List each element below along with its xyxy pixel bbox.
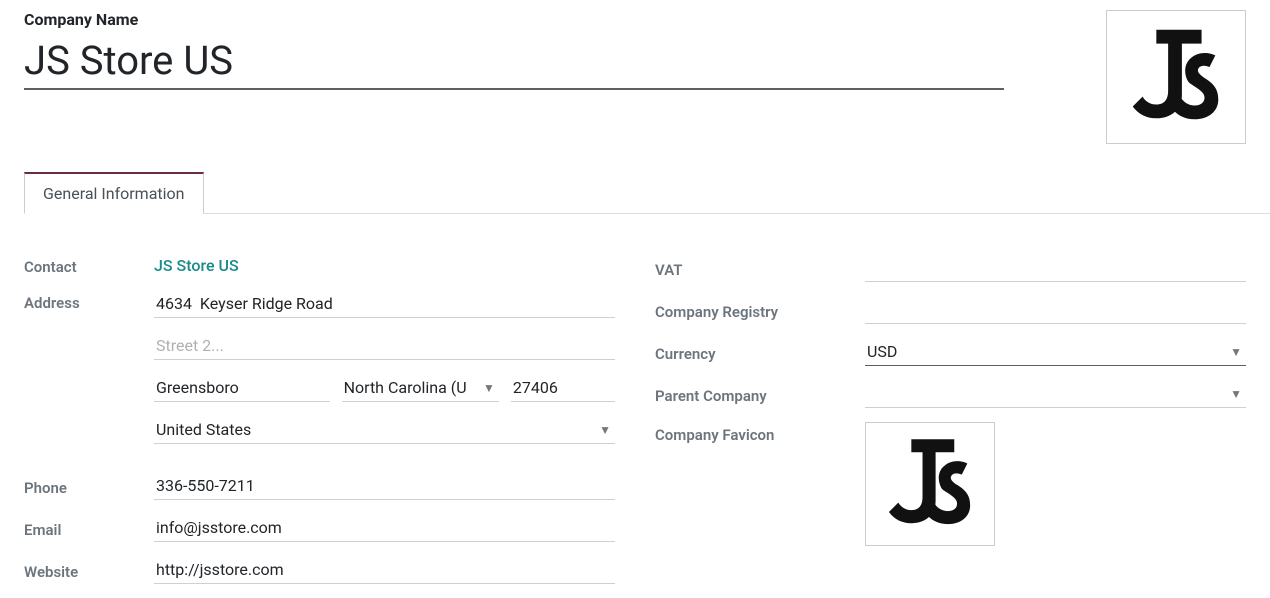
registry-input[interactable]: [865, 296, 1246, 324]
phone-input[interactable]: [154, 472, 615, 500]
state-select[interactable]: [342, 374, 499, 402]
country-select[interactable]: [154, 416, 615, 444]
contact-link[interactable]: JS Store US: [154, 256, 615, 275]
email-input[interactable]: [154, 514, 615, 542]
company-logo[interactable]: [1106, 10, 1246, 144]
tab-general-information[interactable]: General Information: [24, 172, 204, 214]
street2-input[interactable]: [154, 332, 615, 360]
email-label: Email: [24, 517, 154, 539]
right-column: VAT Company Registry Currency ▼: [655, 254, 1246, 598]
left-column: Contact JS Store US Address: [24, 254, 615, 598]
city-input[interactable]: [154, 374, 330, 402]
address-label: Address: [24, 290, 154, 312]
contact-label: Contact: [24, 254, 154, 276]
vat-input[interactable]: [865, 254, 1246, 282]
company-name-input[interactable]: [24, 35, 1004, 90]
website-label: Website: [24, 559, 154, 581]
zip-input[interactable]: [511, 374, 615, 402]
js-logo-icon: [1117, 18, 1235, 136]
website-input[interactable]: [154, 556, 615, 584]
registry-label: Company Registry: [655, 299, 865, 321]
parent-company-select[interactable]: [865, 380, 1246, 408]
phone-label: Phone: [24, 475, 154, 497]
parent-company-label: Parent Company: [655, 383, 865, 405]
favicon-label: Company Favicon: [655, 422, 865, 444]
company-name-label: Company Name: [24, 10, 1004, 29]
company-favicon[interactable]: [865, 422, 995, 546]
currency-select[interactable]: [865, 338, 1246, 366]
js-logo-icon: [874, 428, 986, 540]
street1-input[interactable]: [154, 290, 615, 318]
vat-label: VAT: [655, 257, 865, 279]
currency-label: Currency: [655, 341, 865, 363]
